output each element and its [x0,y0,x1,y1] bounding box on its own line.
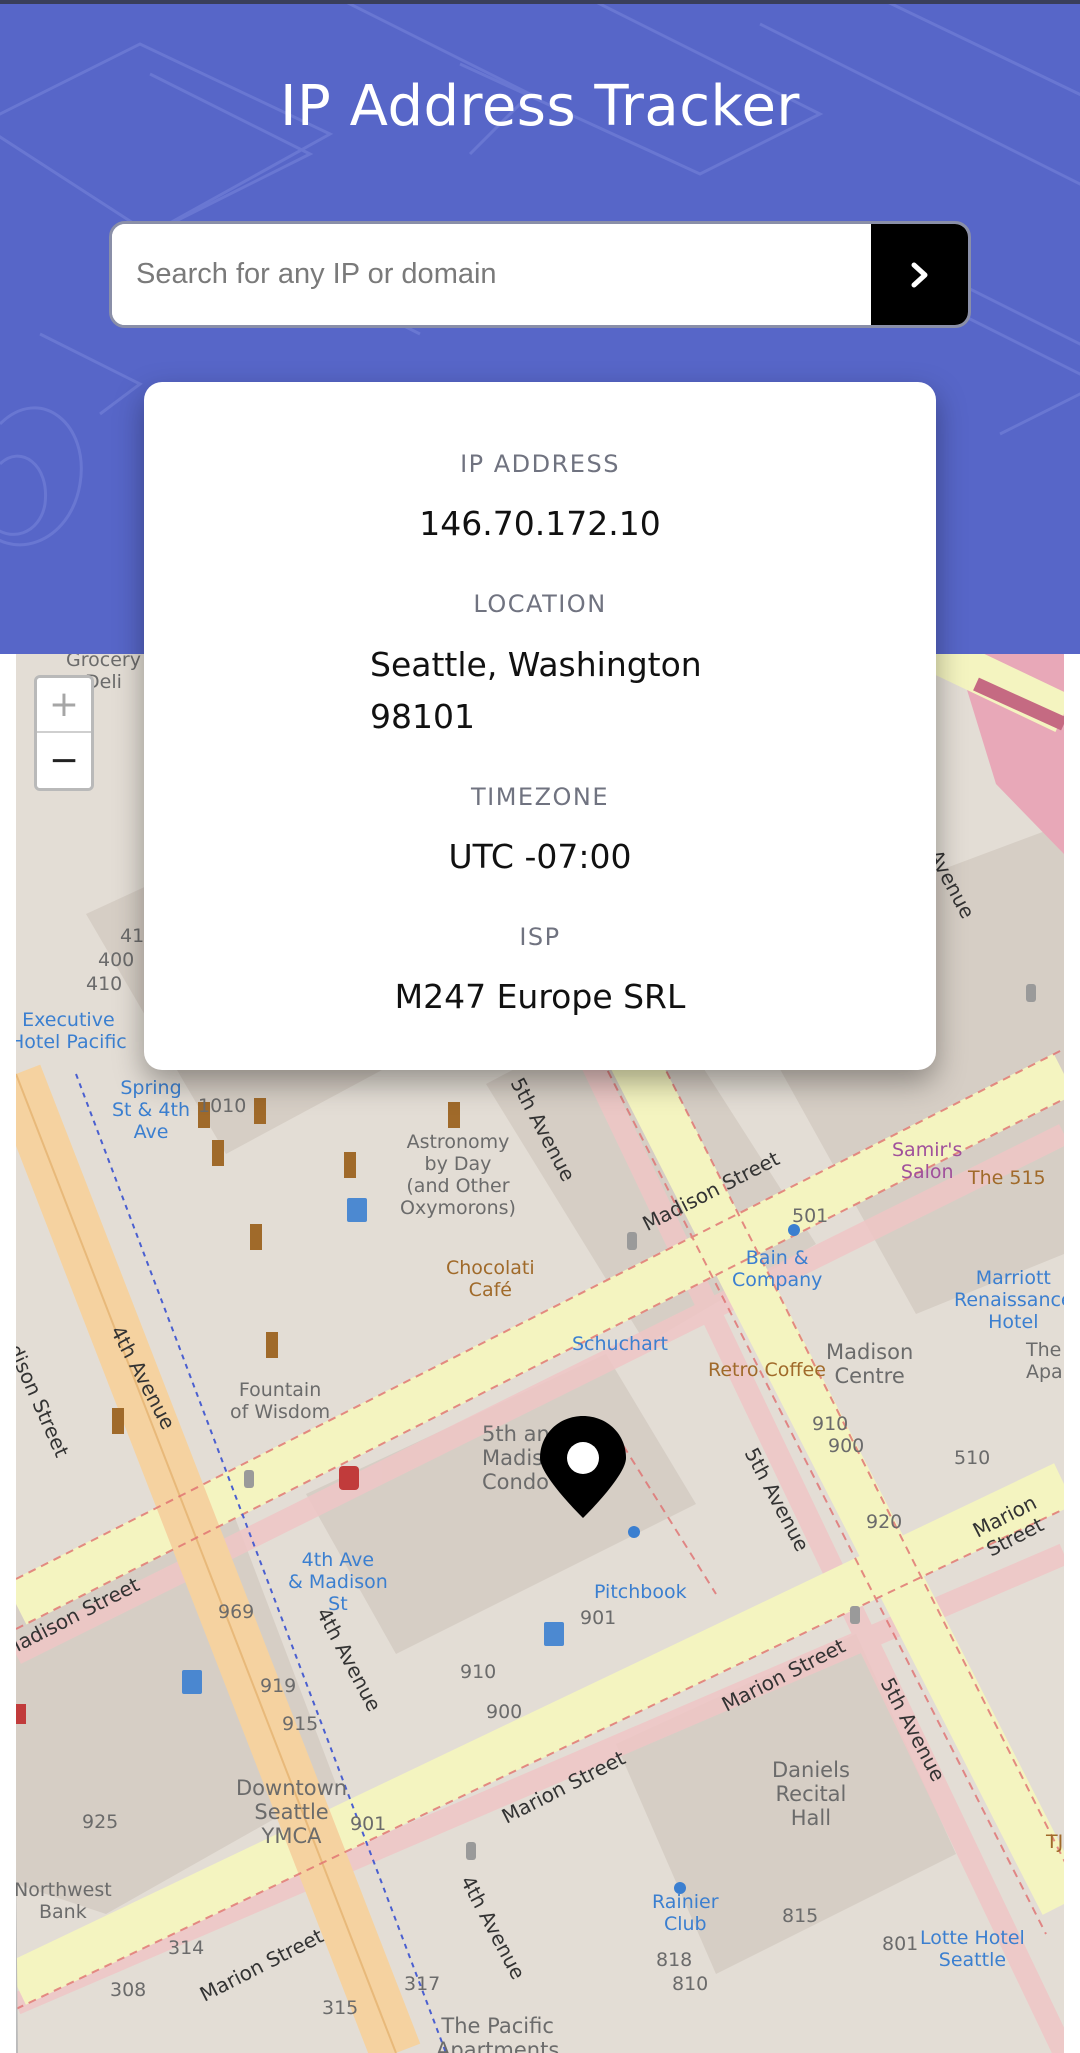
map-label-executive-hotel: Executive Hotel Pacific [16,1009,127,1053]
map-label-northwest-bank: Northwest Bank [16,1879,112,1923]
map-zoom-control: + − [34,675,94,791]
map-number-308: 308 [110,1979,147,2001]
map-number-900a: 900 [828,1435,865,1457]
map-label-astronomy: Astronomy by Day (and Other Oxymorons) [400,1131,516,1219]
map-number-969: 969 [218,1601,255,1623]
map-number-919: 919 [260,1675,297,1697]
map-label-bain: Bain & Company [732,1247,823,1291]
map-number-501: 501 [792,1205,829,1227]
map-number-901a: 901 [350,1813,387,1835]
map-label-samirs: Samir's Salon [892,1139,963,1183]
map-label-the515: The 515 [968,1167,1046,1189]
map-label-schuchart: Schuchart [572,1333,668,1355]
map-number-910a: 910 [812,1413,849,1435]
map-number-915: 915 [282,1713,319,1735]
map-label-pacific-apartments: The Pacific Apartments [436,2014,560,2053]
map-number-810: 810 [672,1973,709,1995]
timezone-label: TIMEZONE [470,783,610,811]
map-number-1010: 1010 [198,1095,247,1117]
map-number-41: 41 [120,925,145,947]
chevron-right-icon [911,262,927,287]
isp-label: ISP [519,923,561,951]
timezone-value: UTC -07:00 [448,837,632,876]
map-label-spring-4th: Spring St & 4th Ave [112,1077,190,1143]
location-label: LOCATION [473,590,607,618]
map-number-815: 815 [782,1905,819,1927]
map-number-315: 315 [322,1997,359,2019]
map-label-rainier-club: Rainier Club [652,1891,719,1935]
map-label-lotte: Lotte Hotel Seattle [920,1927,1025,1971]
map-number-510: 510 [954,1447,991,1469]
map-label-daniels: Daniels Recital Hall [772,1758,850,1831]
map-number-925: 925 [82,1811,119,1833]
map-label-the-apar: The Apar [1026,1339,1064,1383]
map-number-400: 400 [98,949,135,971]
page-title: IP Address Tracker [280,74,800,139]
map-number-910b: 910 [460,1661,497,1683]
map-label-4th-madison: 4th Ave & Madison St [288,1549,388,1615]
map-number-317: 317 [404,1973,441,1995]
location-pin-icon[interactable] [538,1414,628,1520]
ip-info-card: IP ADDRESS 146.70.172.10 LOCATION Seattl… [144,382,936,1070]
search-submit-button[interactable] [871,224,968,325]
map-number-920: 920 [866,1511,903,1533]
isp-value: M247 Europe SRL [394,977,686,1016]
search-bar [109,221,971,328]
map-number-801: 801 [882,1933,919,1955]
map-label-fountain: Fountain of Wisdom [230,1379,331,1423]
map-number-900b: 900 [486,1701,523,1723]
map-label-chocolati: Chocolati Café [446,1257,535,1301]
search-input[interactable] [112,224,871,325]
location-value-line2: 98101 [370,697,475,736]
ip-address-value: 146.70.172.10 [419,504,661,543]
map-number-901b: 901 [580,1607,617,1629]
map-label-downtown-ymca: Downtown Seattle YMCA [236,1776,348,1849]
map-number-818: 818 [656,1949,693,1971]
ip-address-label: IP ADDRESS [460,450,620,478]
map-label-retro-coffee: Retro Coffee [708,1359,826,1381]
zoom-in-button[interactable]: + [37,678,91,733]
map-number-314: 314 [168,1937,205,1959]
map-label-madison-centre: Madison Centre [826,1340,914,1389]
map-label-tj: TJ [1046,1831,1064,1853]
map-number-410: 410 [86,973,123,995]
location-value-line1: Seattle, Washington [370,645,702,684]
map-label-marriott: Marriott Renaissance Hotel [954,1267,1064,1333]
map-label-pitchbook: Pitchbook [594,1581,687,1603]
zoom-out-button[interactable]: − [37,733,91,788]
